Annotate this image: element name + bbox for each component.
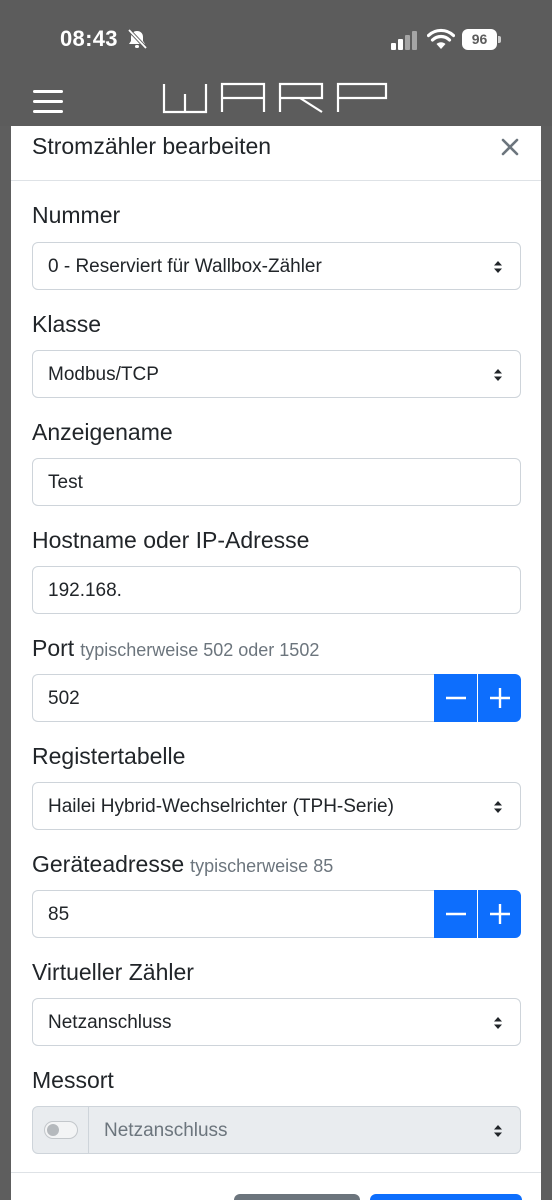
virtueller-zaehler-select[interactable]: Netzanschluss xyxy=(32,998,521,1046)
hostname-label: Hostname oder IP-Adresse xyxy=(32,527,310,553)
minus-icon xyxy=(446,912,466,916)
messort-select[interactable]: Netzanschluss xyxy=(32,1106,521,1154)
nav-bar xyxy=(0,80,552,126)
port-value: 502 xyxy=(48,688,80,709)
geraeteadresse-increment-button[interactable] xyxy=(478,890,521,938)
minus-icon xyxy=(446,696,466,700)
klasse-label: Klasse xyxy=(32,311,102,337)
status-time: 08:43 xyxy=(60,26,118,51)
klasse-value: Modbus/TCP xyxy=(48,364,159,385)
edit-meter-dialog: Stromzähler bearbeiten Nummer 0 - Reserv… xyxy=(11,126,541,1200)
geraeteadresse-value: 85 xyxy=(48,904,70,925)
select-caret-icon xyxy=(494,261,502,273)
port-increment-button[interactable] xyxy=(478,674,521,722)
registertabelle-select[interactable]: Hailei Hybrid-Wechselrichter (TPH-Serie) xyxy=(32,782,521,830)
wifi-icon xyxy=(427,28,455,49)
klasse-select[interactable]: Modbus/TCP xyxy=(32,350,521,398)
save-button[interactable] xyxy=(370,1194,522,1200)
nummer-select[interactable]: 0 - Reserviert für Wallbox-Zähler xyxy=(32,242,521,290)
registertabelle-value: Hailei Hybrid-Wechselrichter (TPH-Serie) xyxy=(48,796,394,817)
messort-toggle-container xyxy=(33,1107,89,1153)
plus-icon xyxy=(490,904,510,924)
battery-icon: 96 xyxy=(462,29,502,51)
geraeteadresse-label-text: Geräteadresse xyxy=(32,851,185,877)
close-icon[interactable] xyxy=(500,136,520,158)
virtueller-zaehler-value: Netzanschluss xyxy=(48,1012,172,1033)
port-decrement-button[interactable] xyxy=(434,674,477,722)
dialog-header: Stromzähler bearbeiten xyxy=(11,126,541,181)
warp-logo xyxy=(162,82,388,114)
plus-icon xyxy=(490,688,510,708)
hostname-value: 192.168. xyxy=(48,580,122,601)
port-hint: typischerweise 502 oder 1502 xyxy=(80,640,320,660)
port-input[interactable]: 502 xyxy=(32,674,434,722)
messort-toggle[interactable] xyxy=(44,1121,78,1139)
hamburger-icon[interactable] xyxy=(33,90,63,114)
nummer-value: 0 - Reserviert für Wallbox-Zähler xyxy=(48,256,322,277)
anzeigename-input[interactable]: Test xyxy=(32,458,521,506)
port-label: Port typischerweise 502 oder 1502 xyxy=(32,635,319,662)
port-label-text: Port xyxy=(32,635,75,661)
battery-level: 96 xyxy=(462,29,497,50)
virtueller-zaehler-label: Virtueller Zähler xyxy=(32,959,194,985)
dialog-title: Stromzähler bearbeiten xyxy=(32,133,272,159)
hostname-input[interactable]: 192.168. xyxy=(32,566,521,614)
messort-label: Messort xyxy=(32,1067,114,1093)
select-caret-icon xyxy=(494,369,502,381)
dialog-footer-divider xyxy=(11,1172,541,1173)
anzeigename-label: Anzeigename xyxy=(32,419,173,445)
geraeteadresse-hint: typischerweise 85 xyxy=(190,856,334,876)
select-caret-icon xyxy=(494,1125,502,1137)
anzeigename-value: Test xyxy=(48,472,83,493)
geraeteadresse-input[interactable]: 85 xyxy=(32,890,434,938)
signal-icon xyxy=(391,31,417,50)
geraeteadresse-label: Geräteadresse typischerweise 85 xyxy=(32,851,333,878)
registertabelle-label: Registertabelle xyxy=(32,743,186,769)
select-caret-icon xyxy=(494,1017,502,1029)
status-bar: 08:43 96 xyxy=(0,0,552,80)
select-caret-icon xyxy=(494,801,502,813)
bell-slash-icon xyxy=(127,28,148,50)
cancel-button[interactable] xyxy=(234,1194,360,1200)
nummer-label: Nummer xyxy=(32,202,121,228)
geraeteadresse-decrement-button[interactable] xyxy=(434,890,477,938)
messort-value: Netzanschluss xyxy=(104,1120,228,1141)
